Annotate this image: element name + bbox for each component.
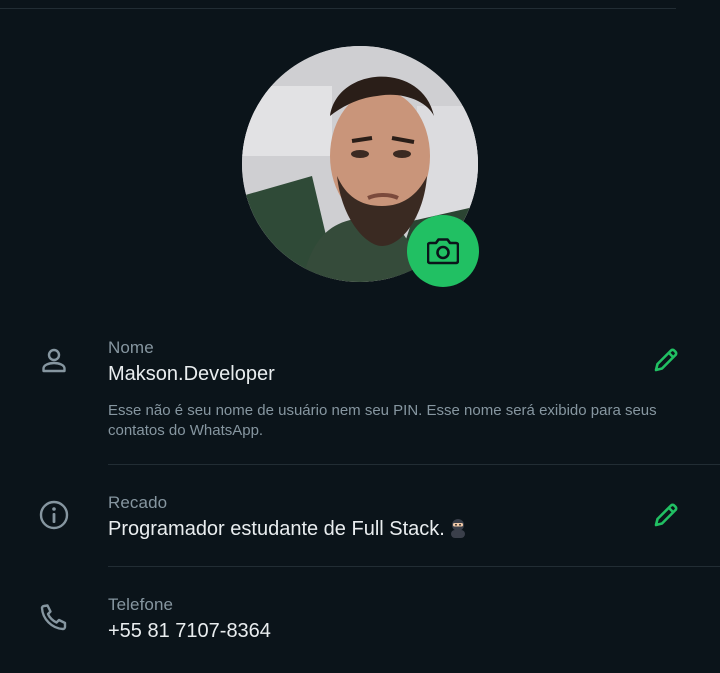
person-icon [36,342,72,378]
pencil-icon [654,348,678,372]
divider [108,566,720,567]
edit-about-button[interactable] [648,497,684,533]
phone-icon [36,599,72,635]
info-icon [36,497,72,533]
phone-label: Telefone [108,595,174,614]
edit-name-button[interactable] [648,342,684,378]
pencil-icon [654,503,678,527]
top-divider [0,8,676,9]
name-hint: Esse não é seu nome de usuário nem seu P… [108,402,657,439]
about-value: Programador estudante de Full Stack. [108,518,445,540]
divider [108,464,720,465]
about-value-line: Programador estudante de Full Stack. [108,518,467,541]
change-photo-button[interactable] [407,215,479,287]
ninja-emoji [450,519,465,538]
name-value: Makson.Developer [108,363,275,385]
phone-value: +55 81 7107-8364 [108,620,271,642]
profile-photo-area [242,46,479,287]
about-label: Recado [108,493,168,512]
camera-icon [427,238,459,265]
name-label: Nome [108,338,154,357]
